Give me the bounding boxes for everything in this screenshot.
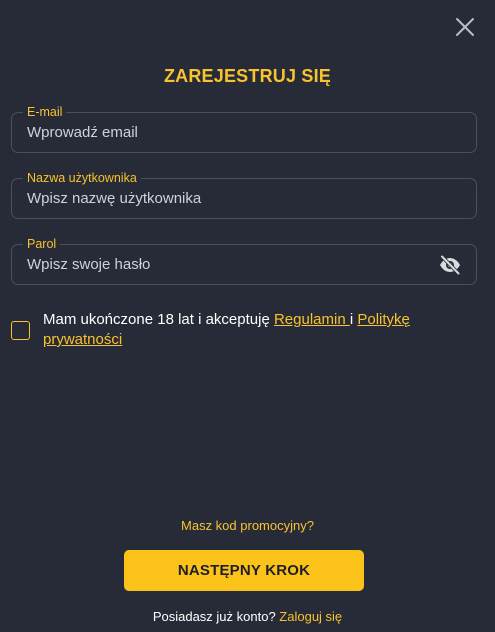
terms-link[interactable]: Regulamin	[274, 311, 350, 328]
age-terms-checkbox[interactable]	[11, 321, 30, 340]
register-modal: ZAREJESTRUJ SIĘ E-mail Nazwa użytkownika…	[0, 0, 495, 632]
username-field: Nazwa użytkownika	[11, 170, 477, 219]
eye-slash-icon	[440, 254, 461, 276]
username-input[interactable]	[27, 179, 427, 218]
promo-code-link[interactable]: Masz kod promocyjny?	[0, 518, 495, 533]
toggle-password-visibility-button[interactable]	[438, 253, 462, 277]
email-field: E-mail	[11, 104, 477, 153]
close-button[interactable]	[452, 14, 478, 40]
modal-title: ZAREJESTRUJ SIĘ	[163, 66, 332, 86]
close-icon	[456, 18, 474, 36]
login-prompt-text: Posiadasz już konto?	[152, 609, 280, 624]
email-input[interactable]	[27, 113, 427, 152]
next-step-button[interactable]: NASTĘPNY KROK	[124, 550, 364, 591]
consent-text-prefix: Mam ukończone 18 lat i akceptuję	[43, 311, 274, 328]
consent-text: Mam ukończone 18 lat i akceptuję Regulam…	[43, 310, 463, 350]
password-input[interactable]	[27, 245, 427, 284]
login-link[interactable]: Zaloguj się	[279, 609, 342, 624]
login-prompt-row: Posiadasz już konto? Zaloguj się	[0, 609, 495, 624]
password-field: Parol	[11, 236, 477, 285]
